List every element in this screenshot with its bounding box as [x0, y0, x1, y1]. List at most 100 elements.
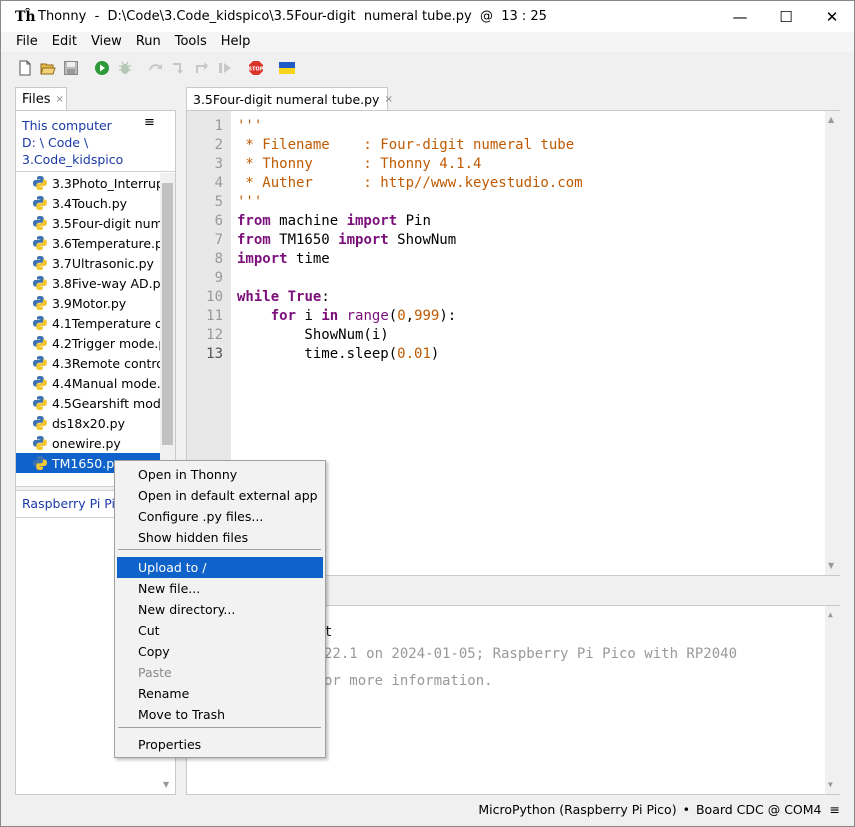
- line-number: 11: [206, 308, 223, 324]
- file-item-label: 3.3Photo_Interrupt: [52, 175, 160, 191]
- python-file-icon: [33, 296, 47, 310]
- context-menu-item[interactable]: Show hidden files: [117, 527, 323, 548]
- file-item[interactable]: 3.8Five-way AD.py: [16, 273, 160, 293]
- status-menu-icon[interactable]: ≡: [830, 802, 840, 817]
- line-number: 9: [214, 270, 223, 286]
- python-file-icon: [33, 196, 47, 210]
- menu-help[interactable]: Help: [214, 32, 258, 52]
- code-line: * Thonny : Thonny 4.1.4: [237, 156, 482, 172]
- file-item[interactable]: 3.3Photo_Interrupt: [16, 173, 160, 193]
- file-item[interactable]: 4.2Trigger mode.p: [16, 333, 160, 353]
- menu-separator: [118, 727, 321, 728]
- status-separator: •: [682, 801, 690, 817]
- breadcrumb-kidspico[interactable]: 3.Code_kidspico: [22, 151, 152, 168]
- breadcrumb: This computer D: \ Code \ 3.Code_kidspic…: [22, 117, 152, 168]
- open-folder-icon[interactable]: [37, 57, 59, 79]
- scroll-up-icon[interactable]: ▲: [828, 610, 833, 619]
- menu-view[interactable]: View: [84, 32, 129, 52]
- context-menu-item[interactable]: Open in Thonny: [117, 464, 323, 485]
- file-item[interactable]: 3.5Four-digit num: [16, 213, 160, 233]
- file-item[interactable]: 4.4Manual mode.p: [16, 373, 160, 393]
- context-menu-item[interactable]: Move to Trash: [117, 704, 323, 725]
- file-item[interactable]: 4.3Remote control: [16, 353, 160, 373]
- python-file-icon: [33, 216, 47, 230]
- code-area[interactable]: ''' * Filename : Four-digit numeral tube…: [237, 117, 583, 364]
- resume-icon[interactable]: [214, 57, 236, 79]
- file-list: 3.3Photo_Interrupt 3.4Touch.py 3.5Four-dig…: [16, 173, 160, 477]
- menu-run[interactable]: Run: [129, 32, 168, 52]
- file-item[interactable]: 3.6Temperature.py: [16, 233, 160, 253]
- ukraine-flag-icon[interactable]: [276, 57, 298, 79]
- close-button[interactable]: ✕: [809, 1, 855, 32]
- file-item[interactable]: onewire.py: [16, 433, 160, 453]
- file-item[interactable]: 3.9Motor.py: [16, 293, 160, 313]
- editor-tab[interactable]: 3.5Four-digit numeral tube.py ×: [186, 87, 393, 111]
- run-icon[interactable]: [91, 57, 113, 79]
- scroll-down-icon[interactable]: ▼: [828, 561, 834, 570]
- breadcrumb-this-computer[interactable]: This computer: [22, 117, 152, 134]
- interpreter-status[interactable]: MicroPython (Raspberry Pi Pico): [478, 802, 676, 817]
- scroll-up-icon[interactable]: ▲: [828, 115, 834, 124]
- stop-icon[interactable]: STOP: [245, 57, 267, 79]
- file-list-scrollbar[interactable]: [160, 173, 175, 487]
- context-menu-item[interactable]: Rename: [117, 683, 323, 704]
- code-line: ShowNum(i): [237, 327, 389, 343]
- editor-scrollbar[interactable]: ▲ ▼: [825, 111, 840, 575]
- breadcrumb-code[interactable]: D: \ Code \: [22, 134, 152, 151]
- file-item[interactable]: ds18x20.py: [16, 413, 160, 433]
- code-line: ''': [237, 118, 263, 134]
- files-menu-icon[interactable]: ≡: [144, 115, 155, 130]
- file-item-label: 4.1Temperature de: [52, 315, 160, 331]
- file-item-label: 3.8Five-way AD.py: [52, 275, 160, 291]
- menu-file[interactable]: File: [1, 32, 45, 52]
- minimize-button[interactable]: —: [717, 1, 763, 32]
- python-file-icon: [33, 376, 47, 390]
- code-line: * Filename : Four-digit numeral tube: [237, 137, 575, 153]
- python-file-icon: [33, 236, 47, 250]
- save-icon[interactable]: [60, 57, 82, 79]
- step-out-icon[interactable]: [191, 57, 213, 79]
- context-menu-item[interactable]: New file...: [117, 578, 323, 599]
- thonny-icon: Tĥ: [15, 8, 36, 25]
- code-line: for i in range(0,999):: [270, 308, 457, 324]
- file-item[interactable]: 4.1Temperature de: [16, 313, 160, 333]
- file-item[interactable]: 4.5Gearshift mode: [16, 393, 160, 413]
- context-menu-item[interactable]: Copy: [117, 641, 323, 662]
- step-into-icon[interactable]: [168, 57, 190, 79]
- line-number: 10: [206, 289, 223, 305]
- line-number: 1: [214, 118, 223, 134]
- new-file-icon[interactable]: [14, 57, 36, 79]
- file-item-label: 4.3Remote control: [52, 355, 160, 371]
- context-menu-item[interactable]: Properties: [117, 734, 323, 755]
- file-item[interactable]: 3.4Touch.py: [16, 193, 160, 213]
- shell-scrollbar[interactable]: ▲ ▼: [825, 606, 840, 794]
- files-tab[interactable]: Files ×: [15, 87, 67, 111]
- port-status[interactable]: Board CDC @ COM4: [696, 802, 822, 817]
- python-file-icon: [33, 416, 47, 430]
- editor-tab-close-icon[interactable]: ×: [384, 94, 392, 105]
- context-menu-item[interactable]: Cut: [117, 620, 323, 641]
- files-tab-close-icon[interactable]: ×: [56, 94, 64, 105]
- menu-edit[interactable]: Edit: [45, 32, 84, 52]
- scrollbar-thumb[interactable]: [162, 183, 173, 445]
- context-menu-item[interactable]: Open in default external app: [117, 485, 323, 506]
- step-over-icon[interactable]: [145, 57, 167, 79]
- code-line: import time: [237, 251, 330, 267]
- file-item-label: ds18x20.py: [52, 415, 125, 431]
- code-line: time.sleep(0.01): [237, 346, 440, 362]
- menu-tools[interactable]: Tools: [168, 32, 214, 52]
- code-line: from machine import Pin: [237, 213, 431, 229]
- maximize-button[interactable]: ☐: [763, 1, 809, 32]
- context-menu-item[interactable]: Upload to /: [117, 557, 323, 578]
- scroll-down-icon[interactable]: ▼: [828, 780, 833, 789]
- scroll-down-icon[interactable]: ▼: [163, 780, 169, 789]
- line-number: 7: [214, 232, 223, 248]
- code-line: * Auther : http//www.keyestudio.com: [237, 175, 583, 191]
- context-menu-item[interactable]: Configure .py files...: [117, 506, 323, 527]
- debug-icon[interactable]: [114, 57, 136, 79]
- file-item-label: TM1650.py: [52, 455, 122, 471]
- context-menu-item[interactable]: New directory...: [117, 599, 323, 620]
- line-number: 12: [206, 327, 223, 343]
- file-item[interactable]: 3.7Ultrasonic.py: [16, 253, 160, 273]
